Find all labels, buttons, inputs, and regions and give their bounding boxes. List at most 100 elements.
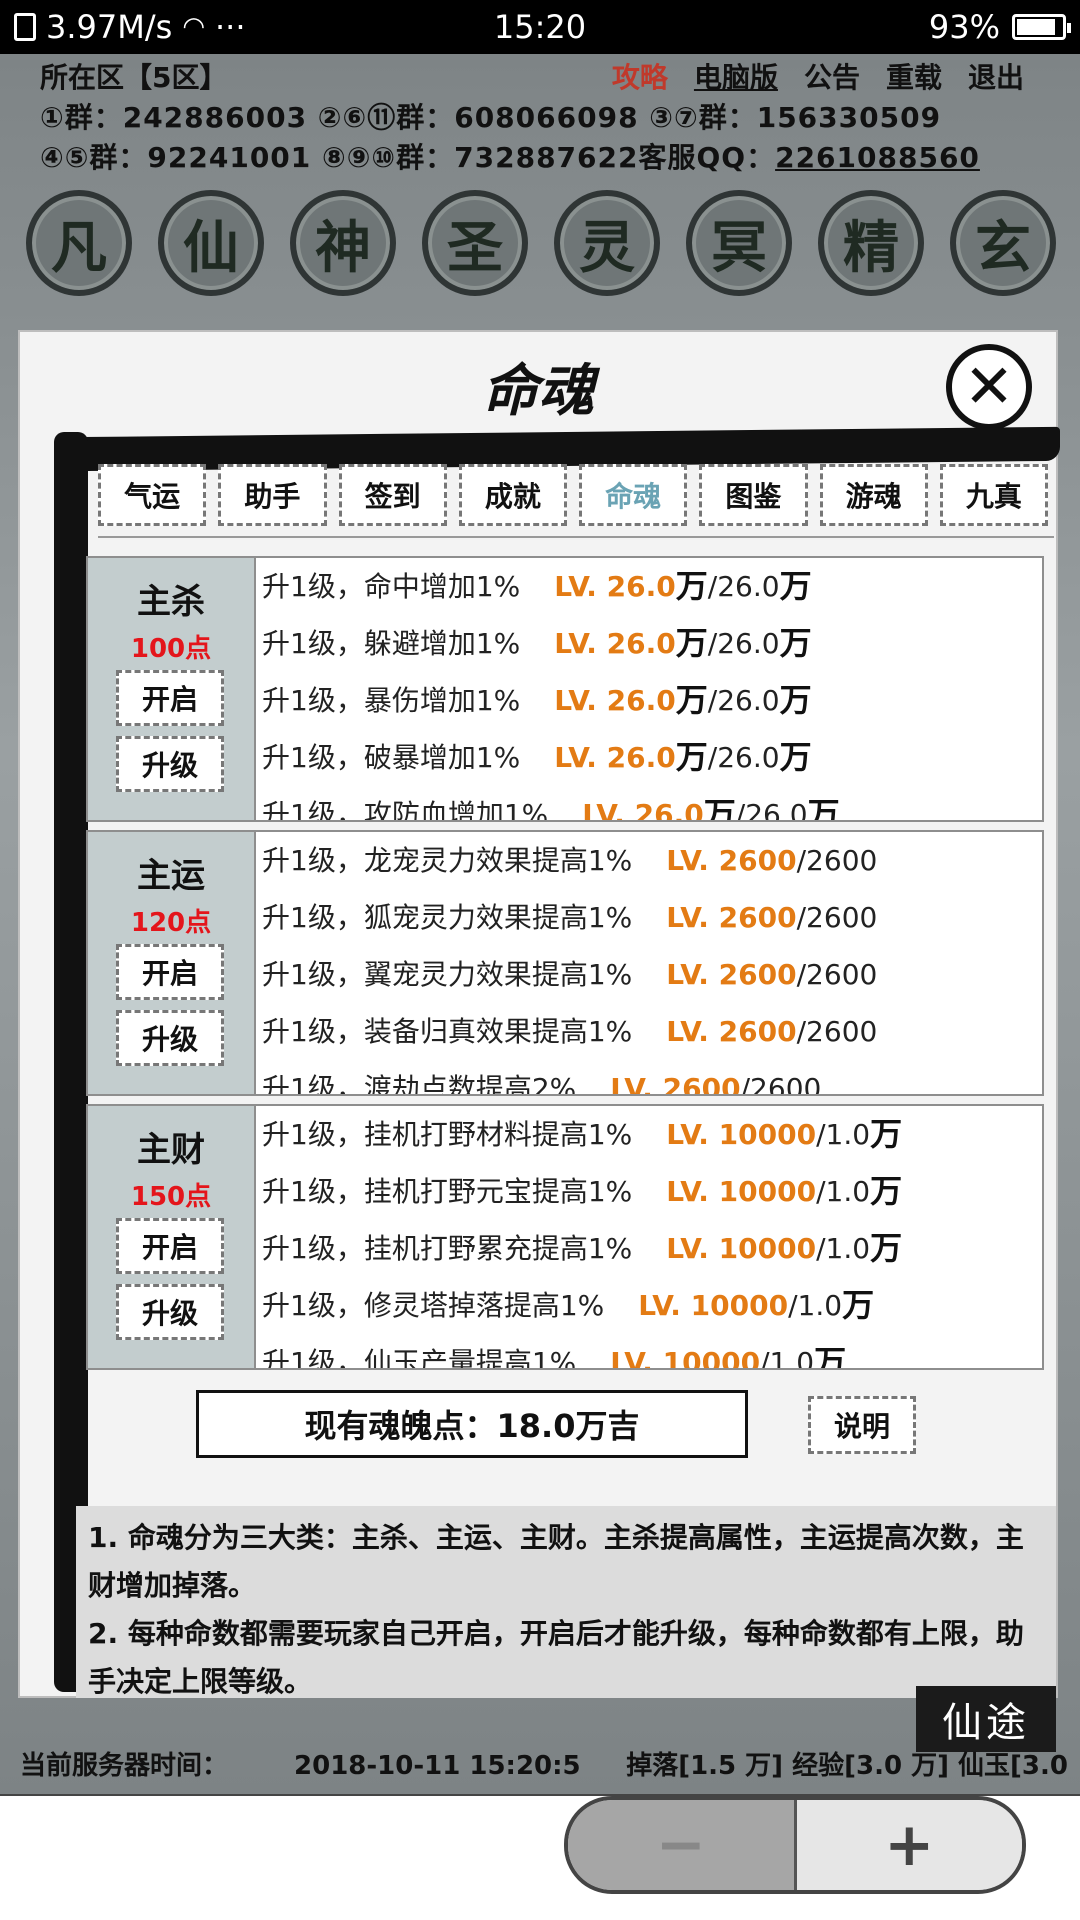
- row-desc: 升1级，龙宠灵力效果提高1%: [262, 844, 633, 877]
- panel-zhusha: 主杀 100点 开启 升级 升1级，命中增加1% LV. 26.0 万/26.0 万 …: [86, 556, 1044, 822]
- tab-minghun[interactable]: 命魂: [579, 464, 688, 526]
- server-time-value: 2018-10-11 15:20:5: [294, 1751, 581, 1781]
- upgrade-button[interactable]: 升级: [116, 1010, 224, 1066]
- panel-points: 150点: [130, 1182, 212, 1212]
- realm-circle-sheng[interactable]: 圣: [422, 190, 528, 296]
- panel-name: 主杀: [137, 582, 205, 622]
- list-item: 升1级，翼宠灵力效果提高1% LV. 2600/2600: [262, 946, 1042, 1003]
- realm-circle-jing[interactable]: 精: [818, 190, 924, 296]
- upgrade-button[interactable]: 升级: [116, 1284, 224, 1340]
- rules-notes: 1. 命魂分为三大类：主杀、主运、主财。主杀提高属性，主运提高次数，主财增加掉落…: [76, 1506, 1056, 1698]
- row-desc: 升1级，翼宠灵力效果提高1%: [262, 958, 633, 991]
- note-line-1: 1. 命魂分为三大类：主杀、主运、主财。主杀提高属性，主运提高次数，主财增加掉落…: [88, 1521, 1024, 1602]
- row-desc: 升1级，暴伤增加1%: [262, 684, 521, 717]
- list-item: 升1级，命中增加1% LV. 26.0 万/26.0 万: [262, 558, 1042, 615]
- realm-circle-ling[interactable]: 灵: [554, 190, 660, 296]
- list-item: 升1级，破暴增加1% LV. 26.0 万/26.0 万: [262, 729, 1042, 786]
- realm-circle-shen[interactable]: 神: [290, 190, 396, 296]
- row-level-unit: 万: [675, 738, 708, 776]
- panel-side: 主杀 100点 开启 升级: [88, 558, 256, 820]
- panel-rows: 升1级，命中增加1% LV. 26.0 万/26.0 万 升1级，躲避增加1% LV. …: [262, 558, 1042, 820]
- row-level-unit: 万: [675, 567, 708, 605]
- realm-circle-xian[interactable]: 仙: [158, 190, 264, 296]
- row-desc: 升1级，装备归真效果提高1%: [262, 1015, 633, 1048]
- row-level: LV. 10000: [638, 1289, 789, 1322]
- realm-circle-xuan[interactable]: 玄: [950, 190, 1056, 296]
- top-links: 攻略 电脑版 公告 重载 退出: [612, 56, 1024, 96]
- row-level: LV. 26.0: [582, 798, 704, 822]
- zoom-controls: − +: [564, 1796, 1026, 1894]
- row-desc: 升1级，破暴增加1%: [262, 741, 521, 774]
- panel-rows: 升1级，龙宠灵力效果提高1% LV. 2600/2600 升1级，狐宠灵力效果提高…: [262, 832, 1042, 1094]
- guide-link[interactable]: 攻略: [612, 56, 668, 96]
- row-max-unit: 万: [807, 795, 840, 822]
- row-max-unit: 万: [870, 1115, 903, 1153]
- panel-zhuyun: 主运 120点 开启 升级 升1级，龙宠灵力效果提高1% LV. 2600/260…: [86, 830, 1044, 1096]
- reload-link[interactable]: 重载: [886, 56, 942, 96]
- list-item: 升1级，挂机打野材料提高1% LV. 10000/1.0 万: [262, 1106, 1042, 1163]
- tab-zhushou[interactable]: 助手: [218, 464, 327, 526]
- tab-qiyun[interactable]: 气运: [98, 464, 207, 526]
- pc-version-link[interactable]: 电脑版: [694, 56, 778, 96]
- row-desc: 升1级，命中增加1%: [262, 570, 521, 603]
- panel-name: 主运: [137, 856, 205, 896]
- tab-tujian[interactable]: 图鉴: [699, 464, 808, 526]
- drop-exp-jade-stats: 掉落[1.5 万] 经验[3.0 万] 仙玉[3.0: [626, 1751, 1068, 1781]
- row-level: LV. 10000: [666, 1232, 817, 1265]
- upgrade-button[interactable]: 升级: [116, 736, 224, 792]
- service-qq-link[interactable]: 2261088560: [775, 141, 980, 174]
- close-button[interactable]: ✕: [946, 344, 1032, 430]
- server-time-label: 当前服务器时间：: [20, 1751, 229, 1781]
- row-desc: 升1级，狐宠灵力效果提高1%: [262, 901, 633, 934]
- row-max: /2600: [796, 958, 878, 991]
- row-max-unit: 万: [870, 1229, 903, 1267]
- dialog-title: 命魂: [482, 358, 594, 424]
- announcement-link[interactable]: 公告: [804, 56, 860, 96]
- row-level: LV. 26.0: [554, 570, 676, 603]
- status-bar: 3.97M/s ◠ ··· 15:20 93%: [0, 0, 1080, 54]
- zoom-out-icon[interactable]: −: [568, 1800, 797, 1890]
- row-level-unit: 万: [675, 681, 708, 719]
- row-level: LV. 2600: [666, 901, 797, 934]
- row-level-unit: 万: [703, 795, 736, 822]
- row-level: LV. 10000: [610, 1346, 761, 1370]
- row-desc: 升1级，仙玉产量提高1%: [262, 1346, 577, 1370]
- realm-circle-ming[interactable]: 冥: [686, 190, 792, 296]
- row-max: /26.0: [707, 627, 780, 660]
- explain-button[interactable]: 说明: [808, 1396, 916, 1454]
- minghun-dialog: 命魂 ✕ 气运 助手 签到 成就 命魂 图鉴 游魂 九真 主杀 100点 开启 …: [18, 330, 1060, 1698]
- list-item: 升1级，龙宠灵力效果提高1% LV. 2600/2600: [262, 832, 1042, 889]
- dialog-tabs: 气运 助手 签到 成就 命魂 图鉴 游魂 九真: [98, 464, 1048, 536]
- row-max: /1.0: [816, 1232, 871, 1265]
- open-button[interactable]: 开启: [116, 1218, 224, 1274]
- row-desc: 升1级，攻防血增加1%: [262, 798, 549, 822]
- realm-circle-fan[interactable]: 凡: [26, 190, 132, 296]
- row-desc: 升1级，渡劫点数提高2%: [262, 1072, 577, 1096]
- realm-circles: 凡 仙 神 圣 灵 冥 精 玄: [26, 190, 1056, 296]
- panel-name: 主财: [137, 1130, 205, 1170]
- panel-points: 120点: [130, 908, 212, 938]
- list-item: 升1级，渡劫点数提高2% LV. 2600/2600: [262, 1060, 1042, 1096]
- zoom-in-icon[interactable]: +: [796, 1800, 1022, 1890]
- row-max-unit: 万: [779, 738, 812, 776]
- row-max: /1.0: [816, 1175, 871, 1208]
- list-item: 升1级，挂机打野累充提高1% LV. 10000/1.0 万: [262, 1220, 1042, 1277]
- tab-qiandao[interactable]: 签到: [338, 464, 447, 526]
- status-right: 93%: [929, 8, 1071, 46]
- open-button[interactable]: 开启: [116, 944, 224, 1000]
- tab-youhun[interactable]: 游魂: [819, 464, 928, 526]
- logout-link[interactable]: 退出: [968, 56, 1024, 96]
- note-line-2: 2. 每种命数都需要玩家自己开启，开启后才能升级，每种命数都有上限，助手决定上限…: [88, 1617, 1024, 1698]
- tab-jiuzhen[interactable]: 九真: [939, 464, 1048, 526]
- row-level: LV. 2600: [666, 844, 797, 877]
- open-button[interactable]: 开启: [116, 670, 224, 726]
- row-desc: 升1级，躲避增加1%: [262, 627, 521, 660]
- panel-side: 主运 120点 开启 升级: [88, 832, 256, 1094]
- ink-brush-left-decoration: [54, 432, 88, 1692]
- row-max-unit: 万: [814, 1343, 847, 1370]
- row-max: /2600: [796, 1015, 878, 1048]
- list-item: 升1级，仙玉产量提高1% LV. 10000/1.0 万: [262, 1334, 1042, 1370]
- tabs-divider: [98, 536, 1054, 538]
- tab-chengjiu[interactable]: 成就: [458, 464, 567, 526]
- row-max: /26.0: [707, 684, 780, 717]
